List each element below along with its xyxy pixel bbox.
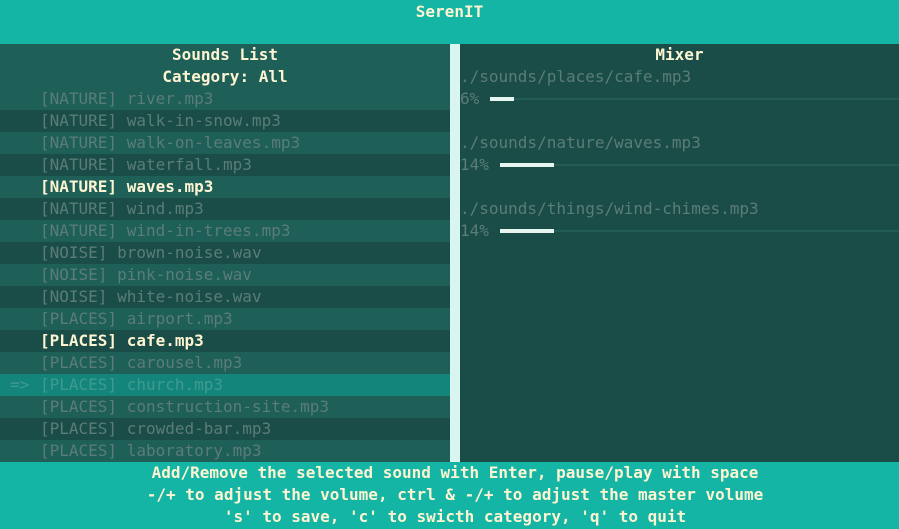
sound-category: [PLACES] xyxy=(40,331,118,350)
sound-list-item[interactable]: [NATURE] wind-in-trees.mp3 xyxy=(0,220,450,242)
sound-category: [NATURE] xyxy=(40,199,118,218)
sound-list-item[interactable]: [PLACES] carousel.mp3 xyxy=(0,352,450,374)
mixer-track-path: ./sounds/things/wind-chimes.mp3 xyxy=(460,199,759,218)
sound-category: [NATURE] xyxy=(40,155,118,174)
serenit-app: SerenIT Sounds List Category: All [NATUR… xyxy=(0,0,899,529)
sounds-list-panel[interactable]: Sounds List Category: All [NATURE] river… xyxy=(0,44,450,462)
sound-file-name: church.mp3 xyxy=(126,375,224,394)
sound-list-item[interactable]: [NATURE] walk-on-leaves.mp3 xyxy=(0,132,450,154)
volume-slider-fill xyxy=(499,229,554,233)
sounds-list-title: Sounds List xyxy=(172,45,278,64)
sound-file-name: cafe.mp3 xyxy=(126,331,204,350)
sound-list-item[interactable]: [NATURE] wind.mp3 xyxy=(0,198,450,220)
sound-list-item[interactable]: [PLACES] airport.mp3 xyxy=(0,308,450,330)
mixer-title: Mixer xyxy=(655,45,704,64)
sound-category: [PLACES] xyxy=(40,397,118,416)
sound-list-item[interactable]: => [PLACES] church.mp3 xyxy=(0,374,450,396)
help-bar: Add/Remove the selected sound with Enter… xyxy=(0,462,899,529)
sound-file-name: construction-site.mp3 xyxy=(126,397,329,416)
sound-category: [NOISE] xyxy=(40,265,108,284)
help-line-3: 's' to save, 'c' to swicth category, 'q'… xyxy=(223,507,687,526)
volume-slider[interactable] xyxy=(499,230,899,232)
sound-category: [NATURE] xyxy=(40,133,118,152)
sound-file-name: wind.mp3 xyxy=(126,199,204,218)
mixer-volume-label: 14% xyxy=(460,221,489,240)
sound-file-name: pink-noise.wav xyxy=(117,265,252,284)
volume-slider-fill xyxy=(489,97,514,101)
category-label: Category: All xyxy=(162,67,288,86)
sound-category: [PLACES] xyxy=(40,419,118,438)
sound-list-item[interactable]: [NOISE] pink-noise.wav xyxy=(0,264,450,286)
sound-category: [PLACES] xyxy=(40,353,118,372)
sound-list-item[interactable]: [NOISE] white-noise.wav xyxy=(0,286,450,308)
sound-list-item[interactable]: [PLACES] crowded-bar.mp3 xyxy=(0,418,450,440)
mixer-track-path: ./sounds/nature/waves.mp3 xyxy=(460,133,701,152)
sound-file-name: waterfall.mp3 xyxy=(126,155,252,174)
app-title: SerenIT xyxy=(415,2,484,21)
sound-file-name: white-noise.wav xyxy=(117,287,262,306)
volume-slider[interactable] xyxy=(489,98,899,100)
sound-category: [NATURE] xyxy=(40,89,118,108)
sound-file-name: brown-noise.wav xyxy=(117,243,262,262)
sound-list-item[interactable]: [NATURE] river.mp3 xyxy=(0,88,450,110)
volume-slider-fill xyxy=(499,163,554,167)
mixer-track-path: ./sounds/places/cafe.mp3 xyxy=(460,67,692,86)
sound-list-item[interactable]: [PLACES] cafe.mp3 xyxy=(0,330,450,352)
sound-list-item[interactable]: [PLACES] construction-site.mp3 xyxy=(0,396,450,418)
sound-category: [PLACES] xyxy=(40,309,118,328)
sound-category: [NATURE] xyxy=(40,111,118,130)
sound-file-name: walk-in-snow.mp3 xyxy=(126,111,281,130)
sound-category: [PLACES] xyxy=(40,375,118,394)
mixer-volume-label: 6% xyxy=(460,89,480,108)
cursor-marker: => xyxy=(10,375,30,394)
mixer-panel[interactable]: Mixer ./sounds/places/cafe.mp3 6% ./sounds… xyxy=(460,44,899,462)
sound-category: [NOISE] xyxy=(40,243,108,262)
sound-category: [NATURE] xyxy=(40,221,118,240)
sound-file-name: laboratory.mp3 xyxy=(126,441,262,460)
sound-file-name: airport.mp3 xyxy=(126,309,233,328)
sound-list-item[interactable]: [NOISE] brown-noise.wav xyxy=(0,242,450,264)
sound-category: [NOISE] xyxy=(40,287,108,306)
mixer-volume-label: 14% xyxy=(460,155,489,174)
sound-list-item[interactable]: [NATURE] walk-in-snow.mp3 xyxy=(0,110,450,132)
sound-file-name: river.mp3 xyxy=(126,89,214,108)
sound-category: [PLACES] xyxy=(40,441,118,460)
sound-category: [NATURE] xyxy=(40,177,118,196)
sound-file-name: wind-in-trees.mp3 xyxy=(126,221,291,240)
panel-divider xyxy=(450,44,460,462)
volume-slider[interactable] xyxy=(499,164,899,166)
help-line-1: Add/Remove the selected sound with Enter… xyxy=(151,463,759,482)
sound-list-item[interactable]: [PLACES] laboratory.mp3 xyxy=(0,440,450,462)
sound-list-item[interactable]: [NATURE] waves.mp3 xyxy=(0,176,450,198)
sound-list-item[interactable]: [NATURE] waterfall.mp3 xyxy=(0,154,450,176)
title-bar: SerenIT xyxy=(0,0,899,44)
sound-file-name: carousel.mp3 xyxy=(126,353,243,372)
help-line-2: -/+ to adjust the volume, ctrl & -/+ to … xyxy=(146,485,764,504)
sound-file-name: walk-on-leaves.mp3 xyxy=(126,133,301,152)
sound-file-name: waves.mp3 xyxy=(126,177,214,196)
sound-file-name: crowded-bar.mp3 xyxy=(126,419,272,438)
